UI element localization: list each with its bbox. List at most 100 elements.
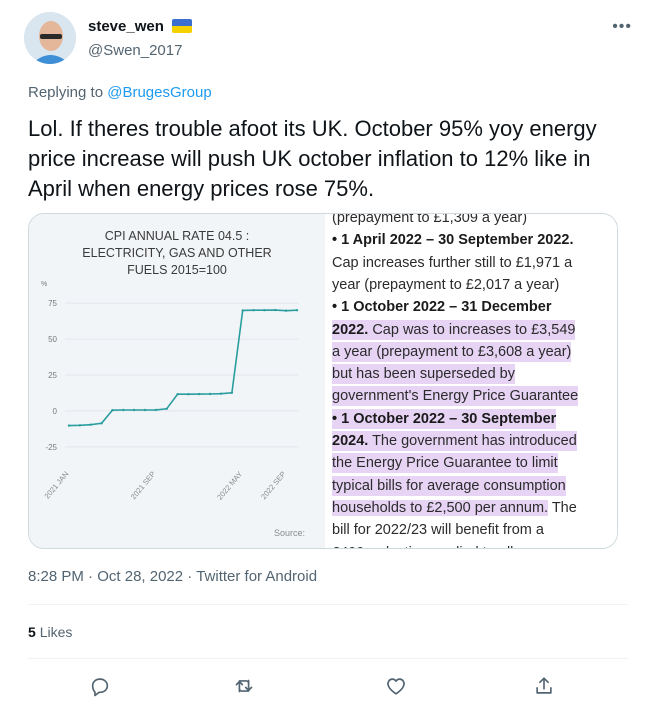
data-point: [111, 409, 114, 412]
tweet-meta: 8:28 PM · Oct 28, 2022 · Twitter for And…: [28, 568, 317, 585]
ukraine-flag-icon: [172, 19, 193, 33]
chart-title: FUELS 2015=100: [127, 263, 227, 277]
excerpt-line: bill for 2022/23 will benefit from a: [332, 520, 544, 540]
tweet-media-image[interactable]: CPI ANNUAL RATE 04.5 : ELECTRICITY, GAS A…: [28, 213, 618, 549]
excerpt-text: • 1 October 2022 – 31 December: [332, 299, 552, 316]
excerpt-text: The: [548, 499, 577, 516]
chart-panel: CPI ANNUAL RATE 04.5 : ELECTRICITY, GAS A…: [29, 214, 325, 548]
meta-separator: ·: [83, 568, 98, 585]
more-horizontal-icon[interactable]: •••: [612, 18, 632, 36]
excerpt-text: Cap was to increases to £3,549: [368, 321, 576, 338]
y-tick-label: 75: [48, 299, 57, 308]
excerpt-bold-text: 2022.: [332, 321, 369, 338]
excerpt-line: households to £2,500 per annum. The: [332, 498, 577, 518]
share-button[interactable]: [530, 672, 558, 700]
data-point: [208, 392, 212, 396]
tweet-actions-bar: [0, 668, 656, 704]
data-point: [176, 393, 179, 396]
x-tick-label: 2022 SEP: [259, 470, 288, 502]
x-tick-label: 2021 JAN: [42, 470, 70, 501]
chart-title: CPI ANNUAL RATE 04.5 :: [105, 229, 250, 243]
chart-source-label: Source:: [274, 528, 305, 538]
data-point: [122, 408, 125, 412]
cpi-line-chart: CPI ANNUAL RATE 04.5 : ELECTRICITY, GAS A…: [41, 229, 305, 538]
excerpt-line: government's Energy Price Guarantee: [332, 386, 579, 407]
excerpt-line: typical bills for average consumption: [332, 475, 566, 496]
y-axis-label: %: [41, 281, 47, 288]
excerpt-line: (prepayment to £1,309 a year): [332, 214, 527, 228]
like-button[interactable]: [382, 672, 410, 700]
data-point: [274, 308, 277, 312]
tweet-text: Lol. If theres trouble afoot its UK. Oct…: [28, 116, 597, 201]
y-tick-label: 50: [48, 335, 57, 344]
user-handle[interactable]: @Swen_2017: [88, 42, 182, 59]
data-point: [263, 309, 266, 312]
data-point: [78, 424, 82, 427]
article-excerpt-panel: (prepayment to £1,309 a year) • 1 April 2…: [329, 214, 617, 549]
like-icon: [387, 678, 405, 695]
data-point: [198, 392, 201, 396]
x-tick-label: 2022 MAY: [215, 470, 244, 502]
x-tick-label: 2021 SEP: [129, 470, 158, 502]
data-point: [154, 408, 158, 412]
reply-icon: [91, 678, 109, 697]
excerpt-line: but has been superseded by: [332, 364, 515, 385]
data-point: [132, 408, 136, 412]
chart-title: ELECTRICITY, GAS AND OTHER: [82, 246, 271, 260]
replying-target-link[interactable]: @BrugesGroup: [107, 84, 211, 101]
excerpt-line: Cap increases further still to £1,971 a: [332, 253, 572, 273]
excerpt-line: • 1 April 2022 – 30 September 2022.: [332, 230, 574, 250]
data-point: [295, 309, 299, 312]
tweet-source[interactable]: Twitter for Android: [196, 568, 317, 585]
reply-button[interactable]: [86, 672, 114, 700]
excerpt-text: but has been superseded by: [332, 366, 515, 383]
data-point: [67, 424, 71, 427]
avatar[interactable]: [24, 12, 76, 64]
excerpt-text: bill for 2022/23 will benefit from a: [332, 522, 544, 539]
excerpt-text: a year (prepayment to £3,608 a year): [332, 343, 572, 360]
retweet-icon: [235, 679, 253, 693]
share-icon: [536, 677, 552, 694]
data-point: [284, 309, 288, 312]
excerpt-text: The government has introduced: [368, 433, 577, 449]
data-point: [241, 309, 244, 312]
excerpt-text: government's Energy Price Guarantee: [332, 388, 579, 405]
replying-to: Replying to @BrugesGroup: [28, 84, 212, 101]
y-tick-label: 0: [53, 407, 58, 416]
excerpt-text: (prepayment to £1,309 a year): [332, 214, 528, 226]
display-name[interactable]: steve_wen: [88, 18, 193, 35]
display-name-text: steve_wen: [88, 18, 164, 35]
data-point: [89, 423, 92, 426]
y-tick-label: -25: [45, 443, 57, 452]
excerpt-line: a year (prepayment to £3,608 a year): [332, 341, 572, 362]
series-line: [68, 309, 298, 427]
y-tick-label: 25: [48, 371, 57, 380]
excerpt-text: typical bills for average consumption: [332, 477, 566, 494]
retweet-button[interactable]: [230, 672, 258, 700]
excerpt-text: Cap increases further still to £1,971 a: [332, 254, 573, 271]
tweet-date[interactable]: Oct 28, 2022: [97, 568, 183, 585]
excerpt-line: • 1 October 2022 – 31 December: [332, 297, 551, 317]
data-point: [100, 422, 103, 425]
excerpt-line: 2022. Cap was to increases to £3,549: [332, 319, 576, 340]
excerpt-line: 2024. The government has introduced: [332, 431, 577, 451]
excerpt-line: £400 reduction applied to all: [332, 543, 513, 549]
divider: [28, 658, 628, 659]
meta-separator-2: ·: [183, 568, 197, 585]
likes-label: Likes: [39, 624, 73, 640]
data-point: [252, 309, 255, 312]
likes-count[interactable]: 5 Likes: [28, 624, 72, 640]
data-point: [219, 392, 223, 395]
likes-number: 5: [28, 624, 36, 640]
divider: [28, 604, 628, 605]
excerpt-highlight-text: households to £2,500 per annum.: [332, 499, 549, 516]
excerpt-text: year (prepayment to £2,017 a year): [332, 276, 560, 293]
excerpt-text: • 1 October 2022 – 30 September: [332, 410, 557, 427]
excerpt-line: year (prepayment to £2,017 a year): [332, 275, 559, 295]
data-point: [187, 393, 190, 396]
tweet-header: steve_wen @Swen_2017 •••: [0, 0, 656, 80]
data-point: [143, 408, 147, 412]
replying-prefix: Replying to: [28, 84, 104, 101]
excerpt-line: the Energy Price Guarantee to limit: [332, 453, 558, 474]
tweet-time[interactable]: 8:28 PM: [28, 568, 84, 585]
